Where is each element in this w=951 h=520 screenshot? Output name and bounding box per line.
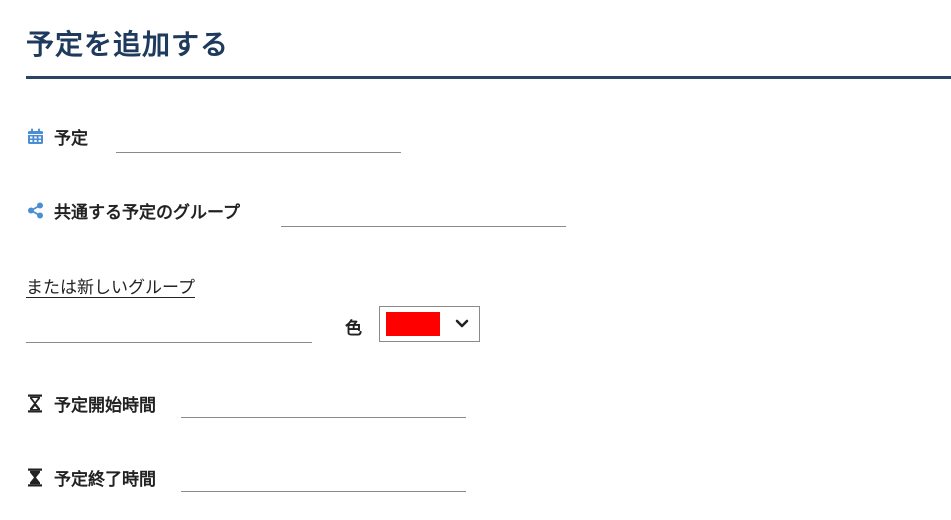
event-row: 予定 (26, 124, 88, 149)
share-icon (26, 202, 44, 220)
end-time-label: 予定終了時間 (54, 470, 156, 490)
shared-group-label: 共通する予定のグループ (54, 203, 240, 223)
color-select[interactable] (379, 306, 480, 342)
new-group-link[interactable]: または新しいグループ (26, 273, 195, 298)
calendar-icon (26, 128, 44, 146)
page-title: 予定を追加する (26, 28, 230, 61)
shared-group-row: 共通する予定のグループ (26, 198, 240, 223)
title-divider (26, 76, 951, 79)
event-name-input[interactable] (116, 126, 401, 153)
event-label: 予定 (54, 129, 88, 149)
hourglass-icon (26, 394, 44, 413)
new-group-input[interactable] (26, 316, 312, 343)
start-time-row: 予定開始時間 (26, 391, 156, 416)
end-time-row: 予定終了時間 (26, 465, 156, 490)
start-time-input[interactable] (181, 391, 466, 418)
start-time-label: 予定開始時間 (54, 396, 156, 416)
end-time-input[interactable] (181, 465, 466, 492)
chevron-down-icon (454, 316, 470, 332)
shared-group-input[interactable] (281, 200, 566, 227)
selected-color-swatch (386, 312, 440, 336)
hourglass-icon (26, 468, 44, 487)
color-label: 色 (345, 319, 362, 339)
